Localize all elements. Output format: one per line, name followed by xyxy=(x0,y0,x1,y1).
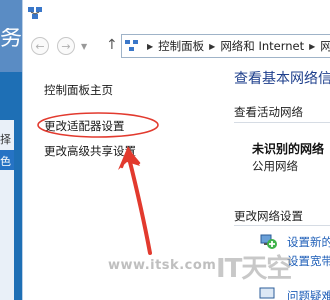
up-arrow-icon[interactable]: ↑ xyxy=(106,37,118,53)
watermark-url: www.itsk.com xyxy=(108,258,217,273)
breadcrumb-current[interactable]: 网 xyxy=(320,38,330,54)
background-window-selected-item[interactable]: 色 xyxy=(0,153,14,169)
forward-arrow-icon: → xyxy=(61,39,71,53)
sidebar-item-change-adapter-settings[interactable]: 更改适配器设置 xyxy=(44,118,125,134)
active-networks-heading: 查看活动网络 xyxy=(234,105,303,119)
recent-pages-dropdown-icon[interactable]: ▼ xyxy=(81,42,87,51)
background-window-title: 务 xyxy=(0,28,22,50)
breadcrumb-control-panel[interactable]: 控制面板 xyxy=(158,38,204,54)
watermark-logo: IT天空 xyxy=(216,254,292,284)
title-bar xyxy=(23,0,330,28)
breadcrumb-separator-icon[interactable]: ▶ xyxy=(209,42,215,51)
background-window-item[interactable]: 择 xyxy=(0,131,14,147)
sidebar-item-change-advanced-sharing[interactable]: 更改高级共享设置 xyxy=(44,143,136,159)
section-divider xyxy=(234,225,330,226)
navigation-bar: ← → ▼ ↑ ▶ 控制面板 ▶ 网络和 Internet ▶ 网 xyxy=(23,28,330,62)
breadcrumb-network-internet[interactable]: 网络和 Internet xyxy=(220,38,304,54)
sidebar-item-control-panel-home[interactable]: 控制面板主页 xyxy=(44,82,113,98)
forward-button[interactable]: → xyxy=(57,37,75,55)
back-arrow-icon: ← xyxy=(35,39,45,53)
troubleshoot-icon xyxy=(259,287,275,299)
section-divider xyxy=(234,122,330,123)
network-type: 公用网络 xyxy=(252,159,298,173)
breadcrumb-separator-icon[interactable]: ▶ xyxy=(147,42,153,51)
troubleshoot-link[interactable]: 问题疑难 xyxy=(287,288,330,300)
background-window-panel xyxy=(0,120,14,300)
setup-new-connection-link[interactable]: 设置新的 xyxy=(287,234,330,250)
breadcrumb-separator-icon[interactable]: ▶ xyxy=(309,42,315,51)
address-bar[interactable]: ▶ 控制面板 ▶ 网络和 Internet ▶ 网 xyxy=(121,34,330,58)
control-panel-icon xyxy=(125,40,138,51)
setup-broadband-link[interactable]: 设置宽带 xyxy=(287,253,330,269)
change-network-settings-heading: 更改网络设置 xyxy=(234,209,303,223)
network-name: 未识别的网络 xyxy=(252,142,325,156)
network-icon xyxy=(28,7,42,19)
page-title: 查看基本网络信 xyxy=(234,71,330,87)
back-button[interactable]: ← xyxy=(31,37,49,55)
